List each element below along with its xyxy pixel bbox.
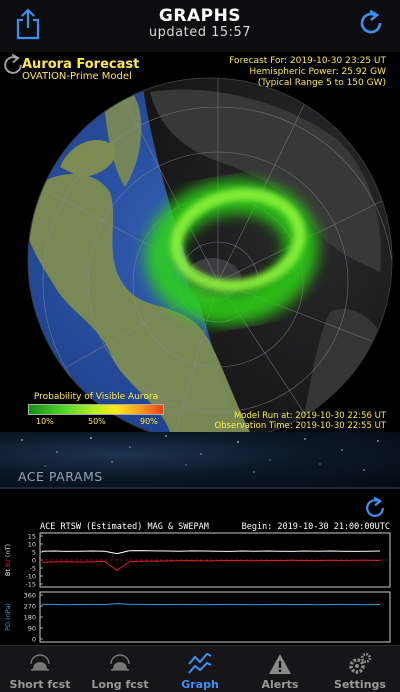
gears-icon [349,652,372,674]
page-title: GRAPHS [158,6,242,26]
app-root: GRAPHS updated 15:57 Aurora Forecast OVA… [0,0,400,692]
series-line [42,603,381,606]
forecast-for: Forecast For: 2019-10-30 23:25 UT [229,56,386,66]
legend-tick: 50% [88,417,106,426]
ylabel-word: (nT) [4,544,12,559]
y-tick-label: -10 [25,572,36,580]
map-model: OVATION-Prime Model [22,71,132,82]
tab-label: Settings [334,678,386,691]
tab-label: Graph [181,678,219,691]
y-tick-label: 10 [28,540,36,548]
y-tick-label: 5 [32,548,36,556]
y-tick-label: 270 [24,602,36,610]
aurora-globe [27,77,393,432]
panel-bt-bz-lines [41,550,381,572]
nav-header: GRAPHS updated 15:57 [0,0,400,52]
ace-chart: ACE RTSW (Estimated) MAG & SWEPAM Begin:… [4,522,391,643]
aurora-dome-icon [110,654,130,671]
series-line [41,559,381,572]
legend-tick: 10% [36,417,54,426]
alert-triangle-icon [269,654,291,674]
y-tick-label: 15 [28,532,36,540]
map-refresh-icon[interactable] [0,52,26,78]
hemispheric-power: Hemispheric Power: 25.92 GW [249,67,386,77]
y-tick-label: 180 [24,613,36,621]
chart-begin: Begin: 2019-10-30 21:00:00UTC [242,522,390,532]
tab-settings[interactable]: Settings [320,646,400,692]
probability-legend: Probability of Visible Aurora 10% 50% 90… [28,392,164,426]
section-ace-params: ACE PARAMS [18,469,103,484]
map-title: Aurora Forecast [22,57,140,72]
model-run: Model Run at: 2019-10-30 22:56 UT [233,411,386,421]
chart-title: ACE RTSW (Estimated) MAG & SWEPAM [40,522,209,532]
observation-time: Observation Time: 2019-10-30 22:55 UT [214,421,386,431]
map-run-info: Model Run at: 2019-10-30 22:56 UT Observ… [214,411,386,431]
y-tick-label: 0 [32,635,36,643]
ace-chart-panel[interactable]: ACE RTSW (Estimated) MAG & SWEPAM Begin:… [0,489,400,645]
legend-tick: 90% [140,417,158,426]
legend-title: Probability of Visible Aurora [33,392,159,402]
updated-time: updated 15:57 [148,25,252,40]
tab-label: Long fcst [91,678,149,691]
y-tick-label: 90 [28,624,36,632]
tab-alerts[interactable]: Alerts [240,646,320,692]
y-tick-label: -5 [30,564,36,572]
graph-icon [188,652,212,674]
aurora-dome-icon [30,654,50,671]
ylabel-word: Bz [4,559,12,570]
aurora-forecast-map[interactable]: Aurora Forecast OVATION-Prime Model Fore… [0,52,400,432]
tab-bar: Short fcst Long fcst Graph Alerts Settin… [0,645,400,692]
legend-colorbar [28,404,164,415]
series-line [41,550,381,555]
y-tick-label: 0 [32,556,36,564]
y-tick-label: -15 [25,580,36,588]
tab-long-fcst[interactable]: Long fcst [80,646,160,692]
panel-pd-ylabel: PD (nPa) [4,603,12,631]
tab-label: Short fcst [9,678,71,691]
panel-pd-lines [42,603,381,606]
refresh-icon[interactable] [356,8,386,38]
typical-range: (Typical Range 5 to 150 GW) [257,78,386,88]
panel-bt-bz-ylabel: Bt Bz (nT) [4,544,12,576]
panel-pd-frame [39,591,391,643]
y-tick-label: 360 [24,591,36,599]
legend-ticks: 10% 50% 90% [28,415,164,426]
tab-graph[interactable]: Graph [160,646,240,692]
tab-short-fcst[interactable]: Short fcst [0,646,80,692]
map-info: Forecast For: 2019-10-30 23:25 UT Hemisp… [229,56,386,89]
tab-label: Alerts [261,678,299,691]
